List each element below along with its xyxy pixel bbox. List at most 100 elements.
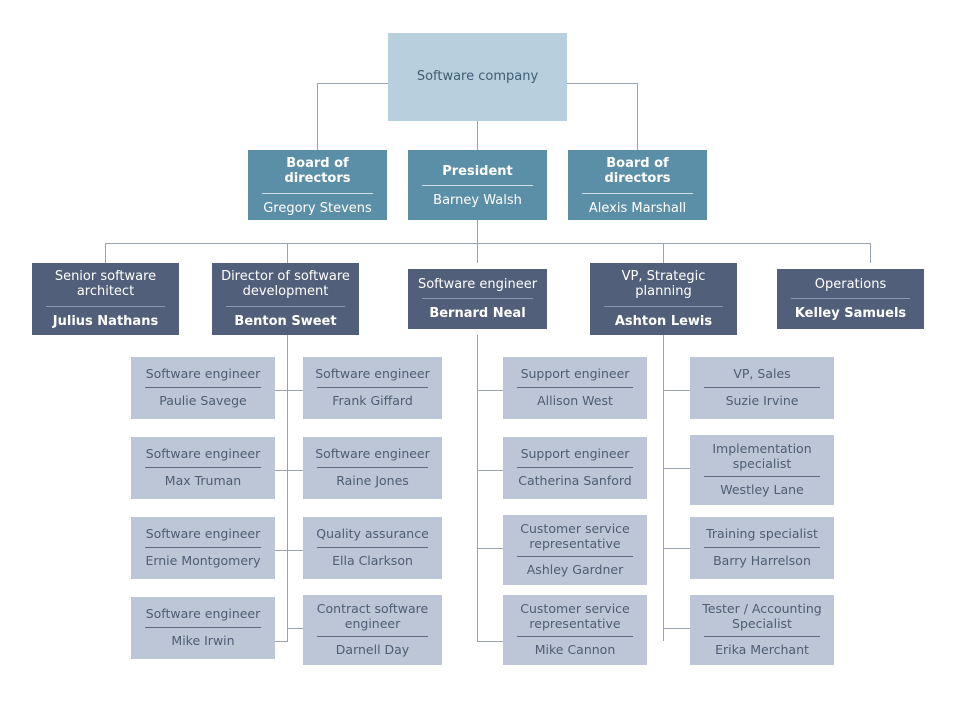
node-staff-c2-1[interactable]: Software engineer Frank Giffard xyxy=(303,357,442,419)
node-title: Support engineer xyxy=(520,446,630,462)
connector-stub-c2-3 xyxy=(287,550,303,551)
connector-stub-c3-3 xyxy=(477,548,503,549)
node-person: Ashton Lewis xyxy=(614,313,713,329)
node-title: Software engineer xyxy=(417,276,538,292)
node-person: Raine Jones xyxy=(336,473,409,488)
node-title: Implementation specialist xyxy=(712,441,812,471)
node-title: Software engineer xyxy=(315,366,430,382)
node-person: Bernard Neal xyxy=(429,306,526,321)
node-staff-c3-2[interactable]: Support engineer Catherina Sanford xyxy=(503,437,647,499)
node-software-engineer-manager[interactable]: Software engineer Bernard Neal xyxy=(408,269,547,329)
connector-tier3-bus xyxy=(105,243,870,244)
node-staff-c4-4[interactable]: Tester / Accounting Specialist Erika Mer… xyxy=(690,595,834,665)
node-divider xyxy=(422,298,533,299)
node-title: Software engineer xyxy=(145,446,261,462)
node-title: Director of software development xyxy=(221,269,350,300)
node-divider xyxy=(517,556,633,558)
node-title: Quality assurance xyxy=(316,526,429,542)
node-staff-c3-3[interactable]: Customer service representative Ashley G… xyxy=(503,515,647,585)
node-title: Software engineer xyxy=(145,526,261,542)
node-title: Senior software architect xyxy=(54,269,157,300)
node-title: Software engineer xyxy=(315,446,430,462)
connector-tier3-drop-3 xyxy=(477,243,478,263)
node-divider xyxy=(517,387,633,388)
node-person: Suzie Irvine xyxy=(725,393,799,408)
node-root-software-company[interactable]: Software company xyxy=(388,33,567,121)
node-divider xyxy=(317,547,428,548)
node-person: Ernie Montgomery xyxy=(145,553,261,568)
connector-root-right-drop xyxy=(637,83,638,150)
node-divider xyxy=(704,476,820,478)
connector-spine-col12 xyxy=(287,335,288,641)
node-senior-software-architect[interactable]: Senior software architect Julius Nathans xyxy=(32,263,179,335)
node-staff-c3-4[interactable]: Customer service representative Mike Can… xyxy=(503,595,647,665)
node-board-of-directors-left[interactable]: Board of directors Gregory Stevens xyxy=(248,150,387,220)
node-title: Customer service representative xyxy=(520,521,630,551)
node-person: Alexis Marshall xyxy=(588,200,687,216)
node-person: Mike Cannon xyxy=(534,642,616,658)
connector-spine-col3 xyxy=(477,335,478,641)
node-divider xyxy=(704,636,820,638)
node-president[interactable]: President Barney Walsh xyxy=(408,150,547,220)
node-divider xyxy=(145,627,261,628)
node-staff-c4-2[interactable]: Implementation specialist Westley Lane xyxy=(690,435,834,505)
connector-stub-c1-4 xyxy=(275,641,288,642)
node-person: Barry Harrelson xyxy=(713,553,811,568)
node-divider xyxy=(422,185,533,186)
node-divider xyxy=(604,305,723,307)
node-title: Training specialist xyxy=(706,526,818,542)
node-divider xyxy=(704,387,820,388)
node-divider xyxy=(145,387,261,388)
node-staff-c4-3[interactable]: Training specialist Barry Harrelson xyxy=(690,517,834,579)
node-vp-strategic-planning[interactable]: VP, Strategic planning Ashton Lewis xyxy=(590,263,737,335)
connector-stub-c4-2 xyxy=(663,468,690,469)
connector-stub-c3-2 xyxy=(477,470,503,471)
connector-stub-c3-1 xyxy=(477,390,503,391)
node-director-of-software-development[interactable]: Director of software development Benton … xyxy=(212,263,359,335)
node-person: Erika Merchant xyxy=(715,642,809,658)
connector-stub-c4-1 xyxy=(663,390,690,391)
node-title: Software engineer xyxy=(145,606,261,622)
node-staff-c1-2[interactable]: Software engineer Max Truman xyxy=(131,437,275,499)
node-staff-c2-3[interactable]: Quality assurance Ella Clarkson xyxy=(303,517,442,579)
node-person: Allison West xyxy=(537,393,613,408)
node-divider xyxy=(791,298,910,299)
node-title: Operations xyxy=(814,276,887,292)
node-board-of-directors-right[interactable]: Board of directors Alexis Marshall xyxy=(568,150,707,220)
node-staff-c1-4[interactable]: Software engineer Mike Irwin xyxy=(131,597,275,659)
node-person: Mike Irwin xyxy=(171,633,235,648)
connector-root-left-drop xyxy=(317,83,318,150)
node-title: Customer service representative xyxy=(520,601,630,631)
node-staff-c1-1[interactable]: Software engineer Paulie Savege xyxy=(131,357,275,419)
node-person: Max Truman xyxy=(164,473,242,488)
node-divider xyxy=(517,467,633,468)
node-person: Julius Nathans xyxy=(52,313,159,329)
node-person: Ashley Gardner xyxy=(526,562,624,578)
node-divider xyxy=(145,467,261,468)
node-staff-c2-2[interactable]: Software engineer Raine Jones xyxy=(303,437,442,499)
node-person: Paulie Savege xyxy=(159,393,247,408)
node-staff-c2-4[interactable]: Contract software engineer Darnell Day xyxy=(303,595,442,665)
node-staff-c1-3[interactable]: Software engineer Ernie Montgomery xyxy=(131,517,275,579)
node-divider xyxy=(317,636,428,638)
node-person: Kelley Samuels xyxy=(794,306,907,321)
node-person: Darnell Day xyxy=(335,642,410,658)
node-title: President xyxy=(442,163,513,179)
node-operations[interactable]: Operations Kelley Samuels xyxy=(777,269,924,329)
node-divider xyxy=(517,636,633,638)
node-divider xyxy=(46,305,165,307)
node-person: Benton Sweet xyxy=(234,313,337,329)
node-person: Westley Lane xyxy=(720,482,804,498)
connector-stub-c2-1 xyxy=(287,390,303,391)
node-title: Contract software engineer xyxy=(316,601,429,631)
node-staff-c3-1[interactable]: Support engineer Allison West xyxy=(503,357,647,419)
connector-stub-c2-4 xyxy=(287,628,303,629)
node-title: VP, Strategic planning xyxy=(621,269,706,300)
node-divider xyxy=(704,547,820,548)
node-staff-c4-1[interactable]: VP, Sales Suzie Irvine xyxy=(690,357,834,419)
connector-stub-c4-4 xyxy=(663,628,690,629)
node-divider xyxy=(582,192,693,194)
connector-stub-c4-3 xyxy=(663,548,690,549)
node-title: Software engineer xyxy=(145,366,261,382)
node-divider xyxy=(317,387,428,388)
